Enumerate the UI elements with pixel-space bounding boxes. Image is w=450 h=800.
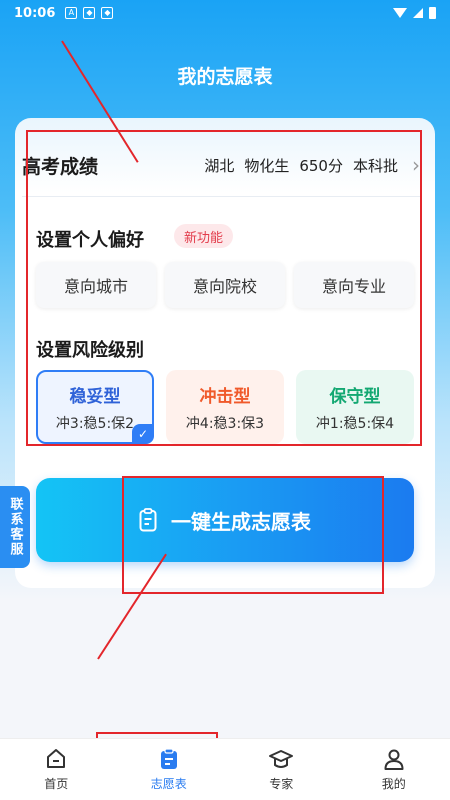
contact-support-tab[interactable]: 联系客服 [0,486,30,568]
tab-home[interactable]: 首页 [0,739,113,800]
battery-icon [429,7,436,19]
shield-notification-icon: ◆ [83,7,96,19]
tab-profile[interactable]: 我的 [338,739,450,800]
shield-notification-icon-2: ◆ [101,7,114,19]
status-bar: 10:06 A ◆ ◆ [0,0,450,26]
tab-label: 首页 [44,777,69,791]
user-icon [384,749,404,770]
bottom-tabbar: 首页 志愿表 专家 我的 [0,738,450,800]
graduation-cap-icon [269,750,294,768]
annotation-box-generate [122,476,384,594]
status-time: 10:06 [14,5,56,21]
annotation-box-settings [26,130,422,446]
tab-experts[interactable]: 专家 [225,739,338,800]
page-title: 我的志愿表 [177,66,273,88]
tab-label: 我的 [381,777,406,791]
notification-a-icon: A [65,7,78,19]
tab-label: 专家 [269,777,294,791]
home-icon [47,749,66,768]
wifi-icon [393,8,407,18]
tab-volunteer-list[interactable]: 志愿表 [113,739,226,800]
clipboard-icon [160,748,177,769]
tab-label: 志愿表 [150,777,187,791]
signal-icon [413,8,423,18]
